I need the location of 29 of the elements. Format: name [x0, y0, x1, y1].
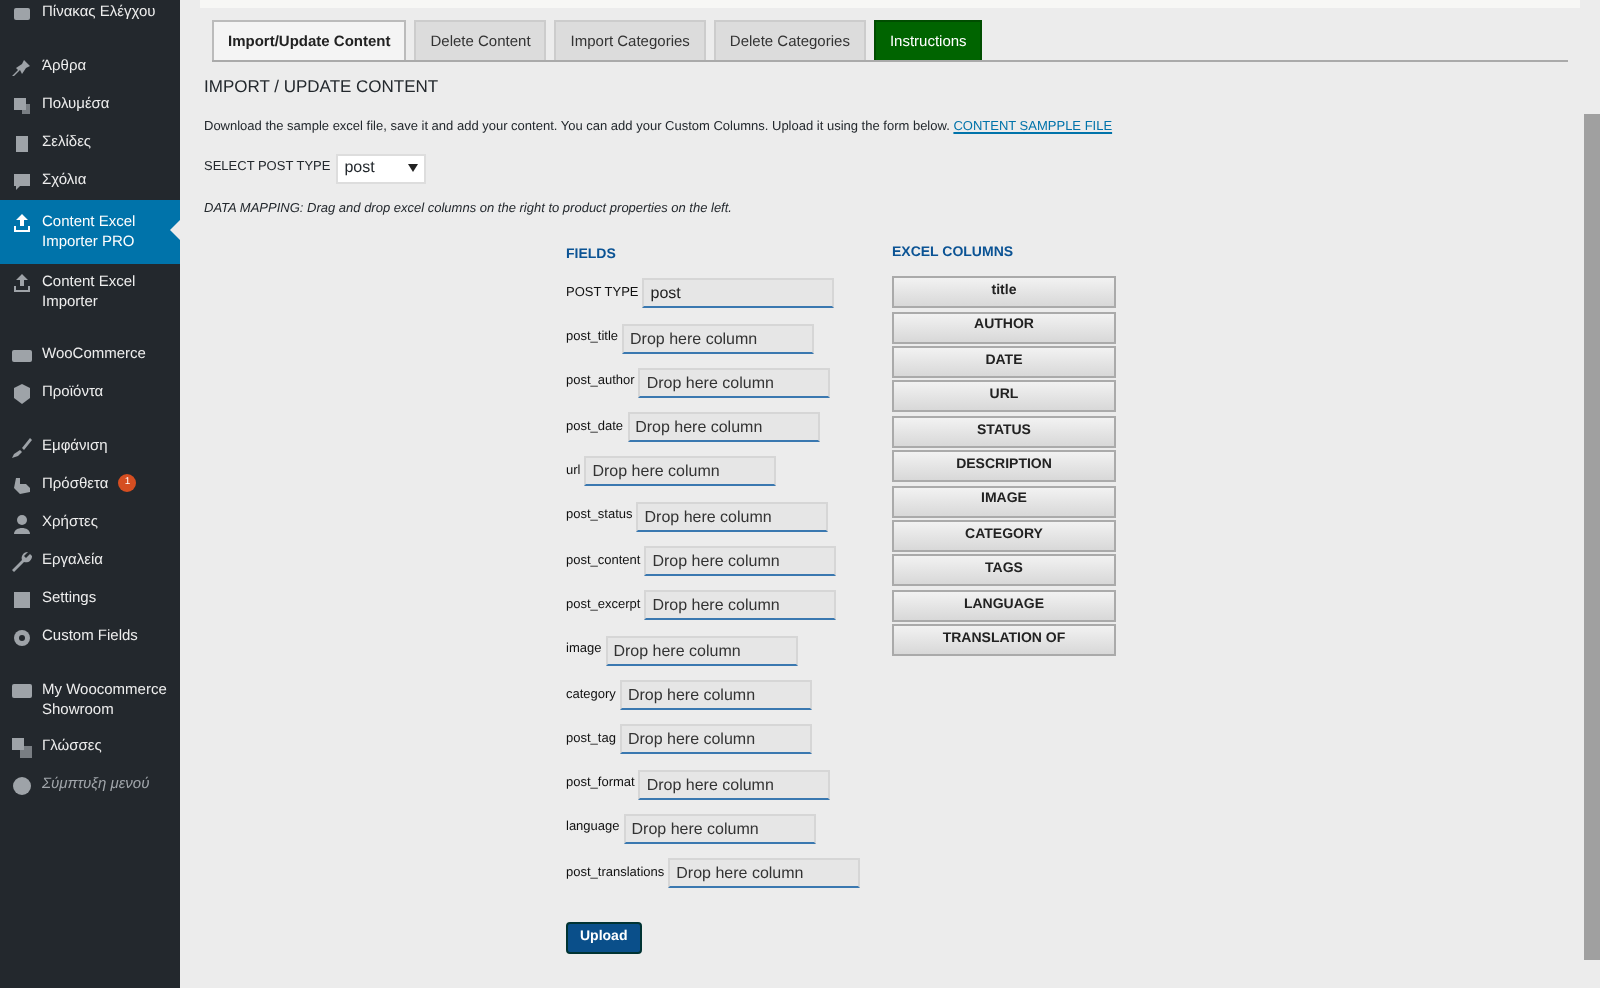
drop-field[interactable]: Drop here column	[644, 546, 837, 577]
drop-field[interactable]: Drop here column	[668, 858, 861, 889]
dropdown-caret-icon	[408, 164, 419, 172]
circle-icon	[12, 776, 32, 796]
pin-icon	[12, 58, 32, 78]
drop-field[interactable]: Drop here column	[605, 635, 798, 666]
drop-field[interactable]: Drop here column	[644, 590, 837, 621]
drop-field[interactable]: Drop here column	[619, 724, 812, 755]
person-icon	[12, 514, 32, 534]
box-icon	[12, 384, 32, 404]
drop-field[interactable]: Drop here column	[627, 412, 820, 443]
drop-field[interactable]: Drop here column	[584, 456, 777, 487]
monitor-icon	[12, 682, 32, 702]
drop-field[interactable]: post	[642, 278, 835, 309]
wrench-icon	[12, 552, 32, 572]
brush-icon	[12, 438, 32, 458]
drop-field[interactable]: Drop here column	[636, 501, 829, 532]
page-icon	[12, 134, 32, 154]
drop-field[interactable]: Drop here column	[638, 367, 831, 398]
drop-field[interactable]: Drop here column	[623, 813, 816, 844]
active-notch	[170, 220, 180, 240]
drop-field[interactable]: Drop here column	[638, 769, 831, 800]
upload-icon	[12, 274, 32, 294]
speech-bubble-icon	[12, 172, 32, 192]
drop-field[interactable]: Drop here column	[619, 679, 812, 710]
section-heading: IMPORT / UPDATE CONTENT	[204, 74, 441, 100]
drop-field[interactable]: Drop here column	[622, 323, 815, 354]
upload-icon	[12, 214, 32, 234]
post-type-select[interactable]: post	[336, 153, 427, 183]
